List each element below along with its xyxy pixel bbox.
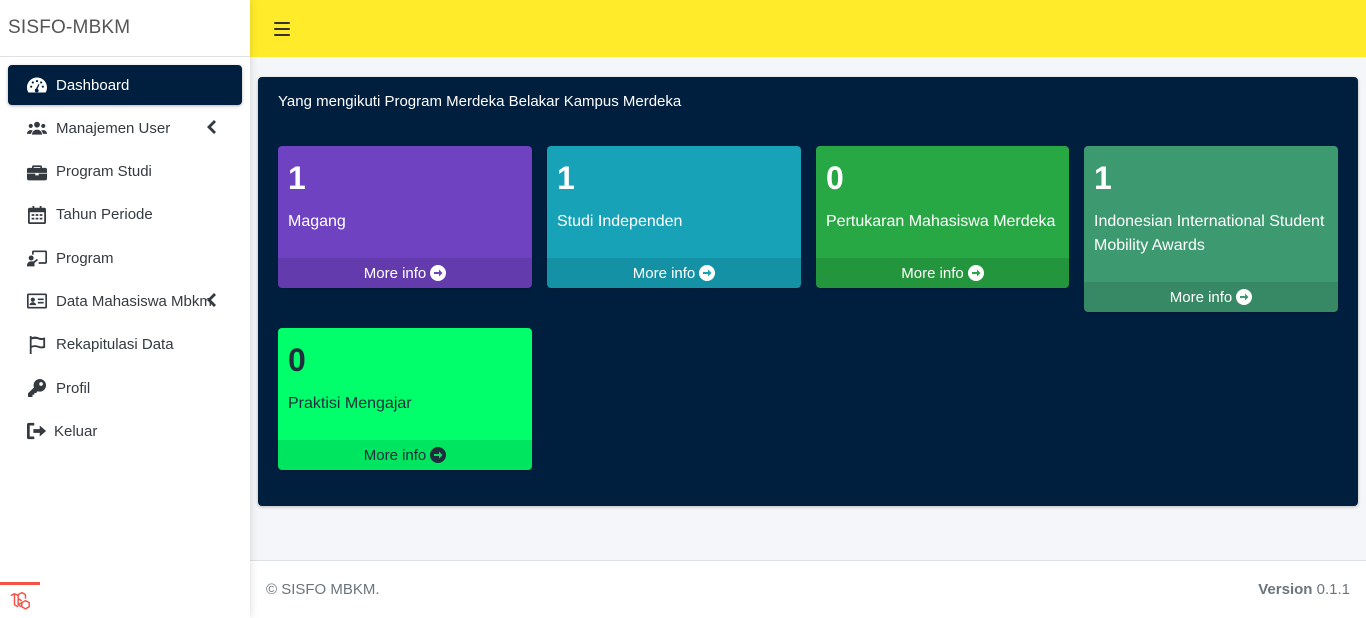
sidebar-item-label: Program — [56, 249, 114, 267]
box-count: 0 — [826, 160, 844, 196]
laravel-debugbar-icon[interactable] — [0, 582, 40, 618]
sidebar-item-label: Dashboard — [56, 76, 130, 94]
small-box-pertukaran-mahasiswa: 0 Pertukaran Mahasiswa Merdeka More info — [816, 146, 1069, 288]
topbar — [250, 0, 1366, 57]
box-label: Magang — [288, 213, 346, 230]
sidebar-item-label: Program Studi — [56, 163, 152, 181]
sidebar-item-label: Keluar — [54, 422, 98, 440]
sidebar-item-manajemen-user[interactable]: Manajemen User — [8, 108, 242, 148]
calendar-icon — [26, 205, 48, 225]
sidebar-item-program[interactable]: Program — [8, 238, 242, 278]
more-info-link[interactable]: More info — [547, 258, 801, 288]
more-info-label: More info — [363, 446, 427, 464]
box-count: 1 — [288, 160, 306, 196]
small-box-magang: 1 Magang More info — [278, 146, 532, 288]
sidebar-nav: Dashboard Manajemen User Program Studi T… — [0, 57, 250, 463]
box-count: 0 — [288, 342, 306, 378]
sidebar-item-label: Rekapitulasi Data — [56, 336, 174, 354]
more-info-link[interactable]: More info — [816, 258, 1069, 288]
sidebar-item-label: Data Mahasiswa Mbkm — [56, 292, 212, 310]
box-count: 1 — [557, 160, 575, 196]
small-box-iisma: 1 Indonesian International Student Mobil… — [1084, 146, 1338, 312]
sidebar-item-label: Tahun Periode — [56, 206, 153, 224]
brand-link[interactable]: SISFO-MBKM — [0, 0, 250, 57]
chevron-left-icon[interactable] — [206, 120, 216, 135]
sidebar-item-label: Manajemen User — [56, 119, 171, 137]
sidebar-item-label: Profil — [56, 379, 91, 397]
sign-out-icon — [26, 421, 48, 441]
more-info-link[interactable]: More info — [278, 440, 532, 470]
tachometer-icon — [26, 75, 48, 95]
arrow-circle-right-icon — [699, 265, 716, 281]
sidebar-item-rekapitulasi-data[interactable]: Rekapitulasi Data — [8, 325, 242, 365]
version-info: Version 0.1.1 — [1258, 581, 1350, 598]
more-info-label: More info — [901, 264, 964, 282]
sidebar-item-dashboard[interactable]: Dashboard — [8, 65, 242, 105]
briefcase-icon — [26, 162, 48, 182]
more-info-label: More info — [363, 264, 427, 282]
sidebar-item-tahun-periode[interactable]: Tahun Periode — [8, 195, 242, 235]
box-label: Indonesian International Student Mobilit… — [1094, 213, 1325, 254]
key-icon — [26, 378, 48, 398]
box-label: Pertukaran Mahasiswa Merdeka — [826, 213, 1056, 230]
small-box-praktisi-mengajar: 0 Praktisi Mengajar More info — [278, 328, 532, 470]
users-icon — [26, 118, 48, 138]
version-number: 0.1.1 — [1316, 581, 1350, 598]
flag-icon — [26, 335, 48, 355]
menu-toggle-icon[interactable] — [274, 21, 290, 36]
arrow-circle-right-icon — [430, 447, 447, 463]
card-title: Yang mengikuti Program Merdeka Belakar K… — [278, 93, 682, 110]
small-box-studi-independen: 1 Studi Independen More info — [547, 146, 801, 288]
main-footer: © SISFO MBKM. Version 0.1.1 — [250, 560, 1366, 618]
box-label: Studi Independen — [557, 213, 683, 230]
arrow-circle-right-icon — [430, 265, 447, 281]
copyright-text: © SISFO MBKM. — [266, 581, 380, 598]
version-label: Version — [1258, 581, 1313, 598]
sidebar-item-profil[interactable]: Profil — [8, 368, 242, 408]
box-count: 1 — [1094, 160, 1112, 196]
sidebar-item-program-studi[interactable]: Program Studi — [8, 152, 242, 192]
more-info-label: More info — [632, 264, 696, 282]
more-info-label: More info — [1169, 288, 1233, 306]
sidebar: SISFO-MBKM Dashboard Manajemen User Prog… — [0, 0, 250, 618]
arrow-circle-right-icon — [1236, 289, 1253, 305]
id-card-icon — [26, 291, 48, 311]
box-label: Praktisi Mengajar — [288, 395, 412, 412]
sidebar-item-data-mahasiswa-mbkm[interactable]: Data Mahasiswa Mbkm — [8, 281, 242, 321]
more-info-link[interactable]: More info — [278, 258, 532, 288]
chevron-left-icon[interactable] — [206, 293, 216, 308]
more-info-link[interactable]: More info — [1084, 282, 1338, 312]
arrow-circle-right-icon — [967, 265, 984, 281]
sidebar-item-keluar[interactable]: Keluar — [8, 411, 242, 451]
chalkboard-teacher-icon — [26, 248, 48, 268]
